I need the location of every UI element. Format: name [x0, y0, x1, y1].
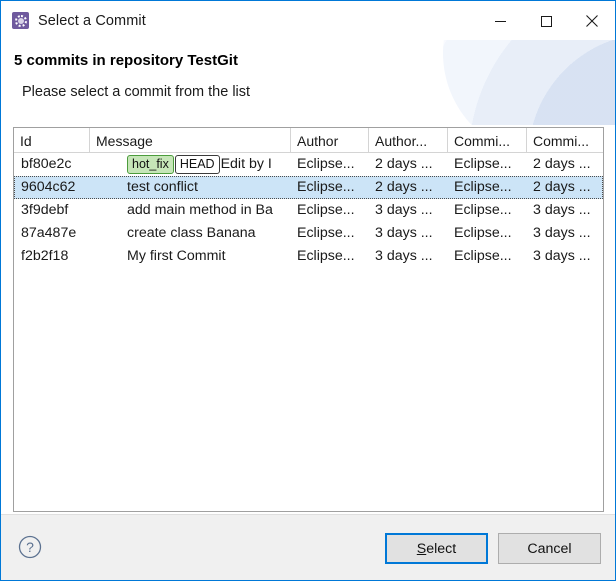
cell-commit-date: 3 days ...	[533, 225, 591, 241]
window-title: Select a Commit	[38, 12, 146, 29]
cell-author-date: 2 days ...	[375, 179, 433, 195]
cancel-button-label: Cancel	[527, 540, 572, 557]
header-separator	[1, 125, 615, 126]
page-subtitle: Please select a commit from the list	[22, 84, 251, 100]
cell-message: My first Commit	[90, 245, 291, 268]
commit-message-text: add main method in Ba	[127, 202, 273, 218]
select-button-mnemonic: S	[416, 540, 427, 557]
select-a-commit-dialog: Select a Commit 5 commits in repository …	[0, 0, 616, 581]
cell-message: hot_fix HEAD Edit by I	[90, 153, 291, 176]
cell-commit-date: 2 days ...	[533, 179, 591, 195]
cell-author: Eclipse...	[297, 156, 355, 172]
cell-commit-date: 3 days ...	[533, 202, 591, 218]
window-controls	[477, 1, 615, 41]
commit-message-text: Edit by I	[220, 156, 272, 172]
cell-committer: Eclipse...	[454, 156, 512, 172]
header-decoration-arc	[443, 40, 615, 126]
close-icon[interactable]	[569, 1, 615, 41]
column-header-commit-date[interactable]: Commi...	[527, 128, 603, 152]
page-title: 5 commits in repository TestGit	[14, 52, 238, 69]
cell-author: Eclipse...	[297, 202, 355, 218]
select-button-label: elect	[426, 540, 457, 557]
svg-text:?: ?	[26, 539, 34, 555]
select-button[interactable]: Select	[385, 533, 488, 564]
cell-commit-date: 3 days ...	[533, 248, 591, 264]
branch-badge: hot_fix	[127, 155, 174, 174]
column-header-id[interactable]: Id	[14, 128, 90, 152]
cell-committer: Eclipse...	[454, 225, 512, 241]
maximize-icon[interactable]	[523, 1, 569, 41]
help-icon[interactable]: ?	[18, 535, 42, 559]
cell-author-date: 3 days ...	[375, 202, 433, 218]
title-bar: Select a Commit	[1, 0, 615, 40]
cell-author: Eclipse...	[297, 179, 355, 195]
table-body: bf80e2c hot_fix HEAD Edit by I Eclipse..…	[14, 153, 603, 268]
commit-table[interactable]: Id Message Author Author... Commi... Com…	[13, 127, 604, 512]
cell-committer: Eclipse...	[454, 248, 512, 264]
commit-dialog-icon	[12, 12, 29, 29]
column-header-author-date[interactable]: Author...	[369, 128, 448, 152]
cell-author-date: 3 days ...	[375, 225, 433, 241]
column-header-message[interactable]: Message	[90, 128, 291, 152]
commit-message-text: My first Commit	[127, 248, 226, 264]
column-header-author[interactable]: Author	[291, 128, 369, 152]
cell-id: f2b2f18	[21, 248, 69, 264]
cell-id: bf80e2c	[21, 156, 72, 172]
commit-message-text: test conflict	[127, 179, 198, 195]
cancel-button[interactable]: Cancel	[498, 533, 601, 564]
cell-author: Eclipse...	[297, 248, 355, 264]
cell-id: 87a487e	[21, 225, 77, 241]
table-header-row: Id Message Author Author... Commi... Com…	[14, 128, 603, 153]
cell-message: add main method in Ba	[90, 199, 291, 222]
cell-message: test conflict	[90, 176, 291, 199]
cell-id: 3f9debf	[21, 202, 69, 218]
table-row[interactable]: bf80e2c hot_fix HEAD Edit by I Eclipse..…	[14, 153, 603, 176]
commit-message-text: create class Banana	[127, 225, 256, 241]
dialog-buttons: Select Cancel	[385, 533, 601, 564]
head-badge: HEAD	[174, 155, 220, 174]
table-row[interactable]: 3f9debf add main method in Ba Eclipse...…	[14, 199, 603, 222]
cell-committer: Eclipse...	[454, 202, 512, 218]
cell-committer: Eclipse...	[454, 179, 512, 195]
dialog-header: 5 commits in repository TestGit Please s…	[1, 40, 615, 126]
cell-author-date: 3 days ...	[375, 248, 433, 264]
cell-author-date: 2 days ...	[375, 156, 433, 172]
cell-id: 9604c62	[21, 179, 76, 195]
cell-author: Eclipse...	[297, 225, 355, 241]
column-header-committer[interactable]: Commi...	[448, 128, 527, 152]
table-row[interactable]: 9604c62 test conflict Eclipse... 2 days …	[14, 176, 603, 199]
cell-commit-date: 2 days ...	[533, 156, 591, 172]
minimize-icon[interactable]	[477, 1, 523, 41]
table-row[interactable]: f2b2f18 My first Commit Eclipse... 3 day…	[14, 245, 603, 268]
cell-message: create class Banana	[90, 222, 291, 245]
table-row[interactable]: 87a487e create class Banana Eclipse... 3…	[14, 222, 603, 245]
